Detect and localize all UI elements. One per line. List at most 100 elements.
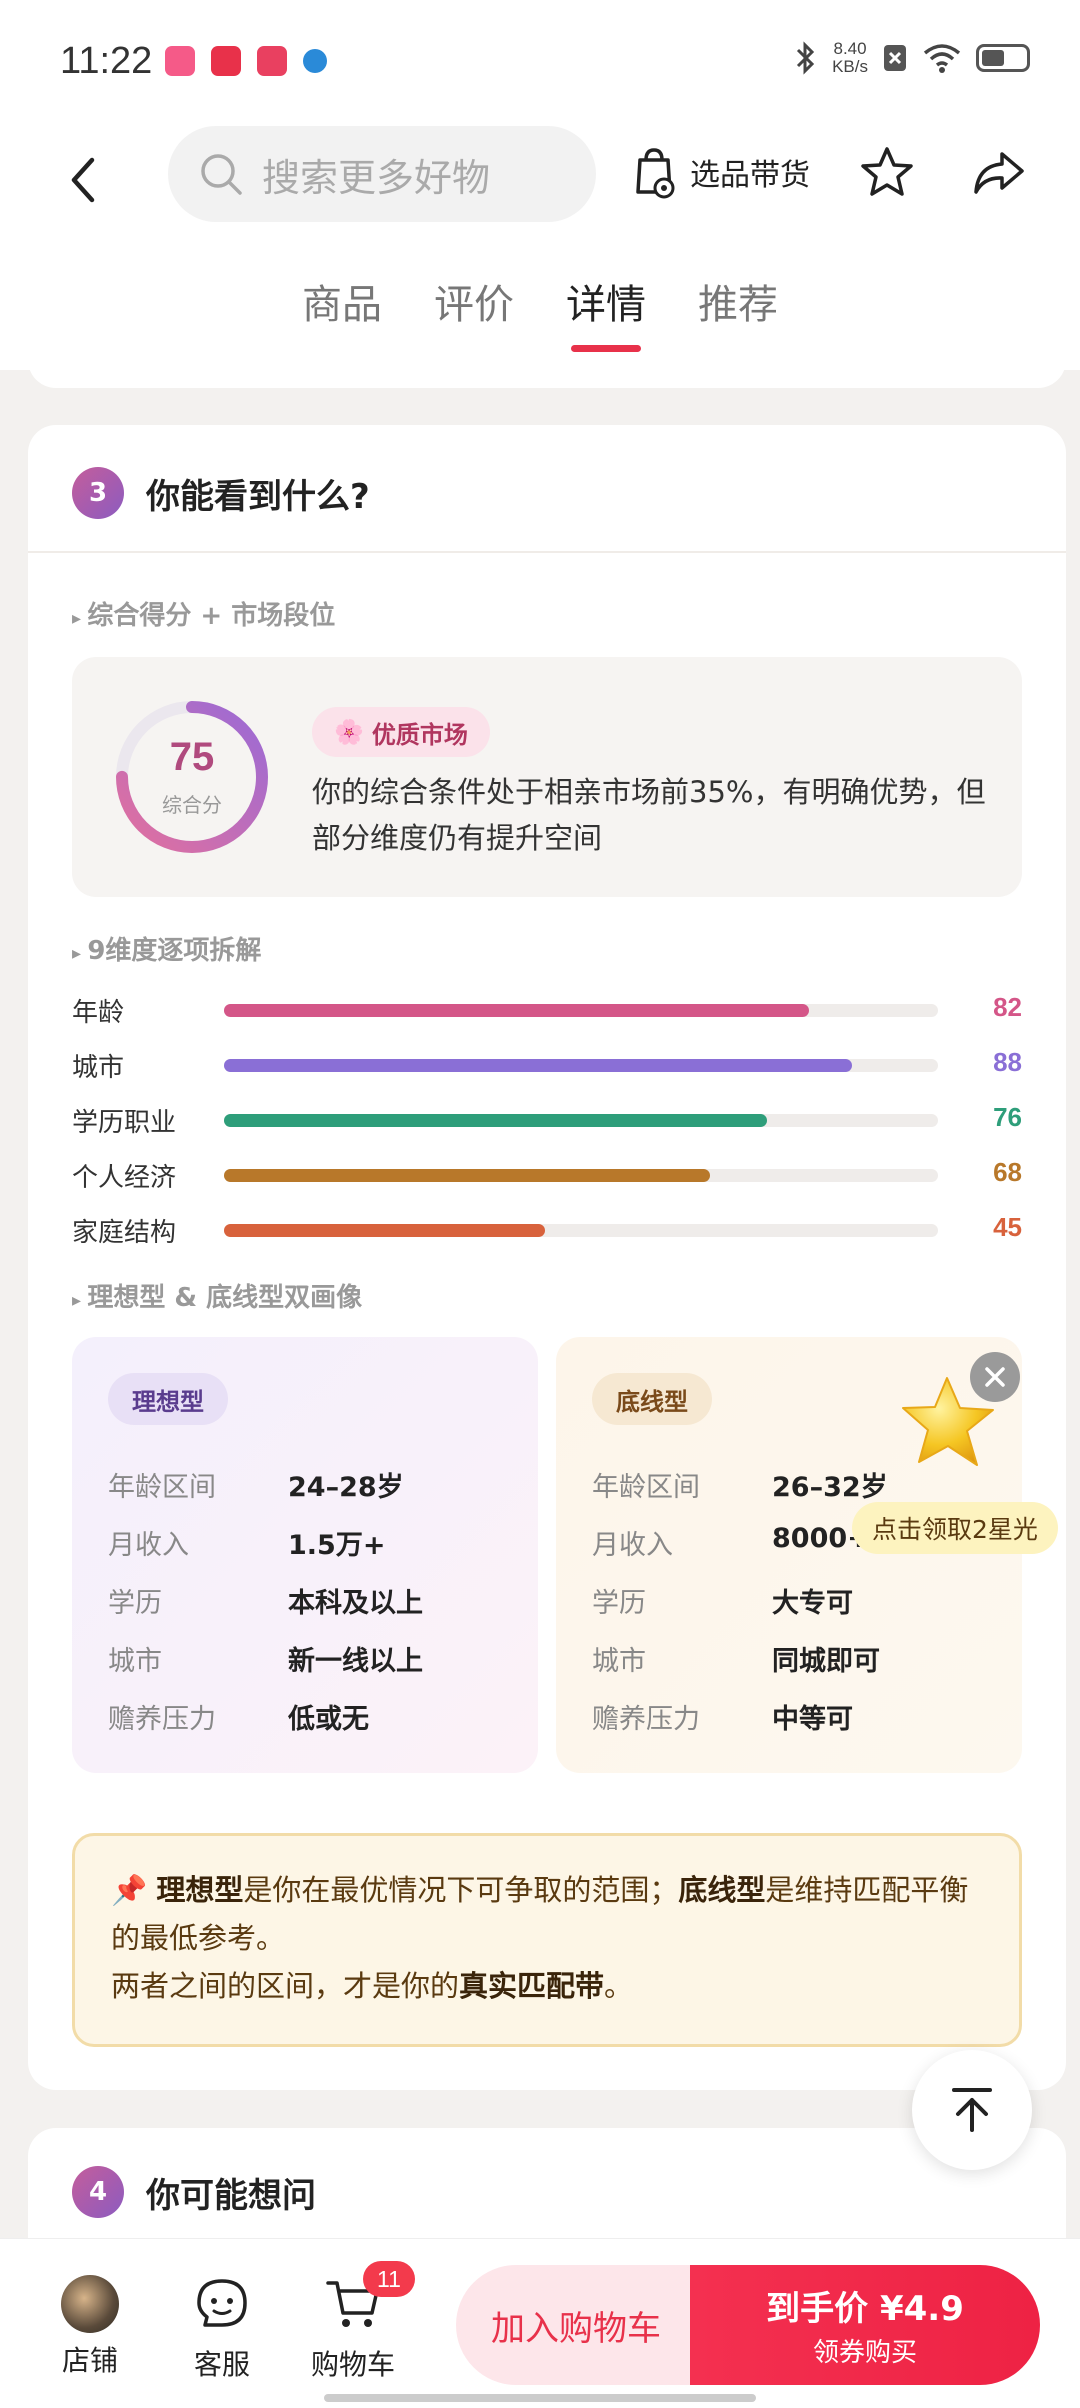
pick-goods-label: 选品带货 — [690, 158, 810, 193]
profile-note: 📌 理想型是你在最优情况下可争取的范围；底线型是维持匹配平衡的最低参考。 两者之… — [72, 1833, 1022, 2047]
bag-gear-icon — [636, 148, 675, 199]
score-summary: 75 综合分 🌸 优质市场 你的综合条件处于相亲市场前35%，有明确优势，但部分… — [72, 657, 1022, 897]
cart-count-badge: 11 — [363, 2261, 415, 2297]
note-base-word: 底线型 — [678, 1873, 766, 1907]
profile-value: 大专可 — [772, 1588, 853, 1619]
service-label: 客服 — [193, 2348, 250, 2381]
dimension-track — [224, 1004, 938, 1017]
subsection-label-profiles: 理想型 & 底线型双画像 — [72, 1277, 362, 1314]
tab-recommend[interactable]: 推荐 — [698, 272, 778, 352]
previous-card-edge — [28, 360, 1066, 388]
dimension-value: 88 — [993, 1047, 1022, 1077]
note-text: 。 — [604, 1969, 634, 2003]
dimension-row: 城市 88 — [72, 1045, 1022, 1100]
status-time: 11:22 — [60, 40, 153, 82]
notification-icons — [165, 46, 327, 76]
status-right: 8.40 KB/s — [794, 40, 1030, 76]
chat-service-icon — [197, 2279, 247, 2327]
chevron-left-icon — [71, 157, 95, 203]
dimension-fill — [224, 1059, 853, 1072]
profile-value: 1.5万+ — [288, 1530, 386, 1561]
back-button[interactable] — [60, 150, 110, 210]
section-header: 4 你可能想问 — [72, 2166, 316, 2218]
search-input[interactable]: 搜索更多好物 — [168, 126, 596, 222]
home-indicator — [324, 2394, 756, 2402]
bottom-action-bar: 店铺 客服 11 购物车 加入购物车 到手价 ¥4.9 领券购买 — [0, 2238, 1080, 2408]
app-notification-icon — [303, 49, 327, 73]
battery-icon — [976, 44, 1030, 72]
app-notification-icon — [165, 46, 195, 76]
section-number-badge: 4 — [72, 2166, 124, 2218]
dimension-track — [224, 1224, 938, 1237]
profile-row: 学历 本科及以上 — [108, 1581, 508, 1621]
bluetooth-icon — [797, 41, 815, 75]
app-notification-icon — [211, 46, 241, 76]
customer-service-button[interactable]: 客服 — [172, 2275, 272, 2383]
star-icon — [861, 147, 913, 196]
baseline-tag: 底线型 — [592, 1373, 712, 1425]
profile-key: 年龄区间 — [592, 1472, 700, 1503]
claim-star-bubble[interactable]: 点击领取2星光 — [852, 1502, 1058, 1554]
dimension-track — [224, 1169, 938, 1182]
profile-row: 城市 新一线以上 — [108, 1639, 508, 1679]
profile-key: 学历 — [592, 1588, 646, 1619]
add-to-cart-button[interactable]: 加入购物车 — [456, 2265, 696, 2385]
wifi-icon — [923, 44, 961, 73]
score-caption: 综合分 — [162, 793, 222, 817]
arrow-up-to-top-icon — [952, 2088, 992, 2132]
pick-goods-button[interactable]: 选品带货 — [632, 144, 810, 200]
note-text: 是你在最优情况下可争取的范围； — [243, 1873, 679, 1907]
profile-row: 赡养压力 低或无 — [108, 1697, 508, 1737]
dimension-track — [224, 1114, 938, 1127]
tab-goods[interactable]: 商品 — [302, 272, 382, 352]
profile-key: 月收入 — [108, 1530, 189, 1561]
subsection-label-score: 综合得分 + 市场段位 — [72, 595, 335, 632]
gold-star-icon — [902, 1377, 994, 1466]
dimension-label: 年龄 — [72, 998, 125, 1028]
dimension-row: 家庭结构 45 — [72, 1210, 1022, 1265]
profile-key: 年龄区间 — [108, 1472, 216, 1503]
reward-star[interactable] — [895, 1370, 1005, 1484]
dimension-track — [224, 1059, 938, 1072]
shop-avatar — [61, 2275, 119, 2333]
dimension-row: 年龄 82 — [72, 990, 1022, 1045]
search-placeholder: 搜索更多好物 — [262, 155, 491, 200]
note-ideal-word: 理想型 — [156, 1873, 244, 1907]
score-ring: 75 综合分 — [112, 697, 272, 857]
profile-value: 新一线以上 — [288, 1646, 423, 1677]
market-badge-label: 优质市场 — [371, 720, 468, 749]
tab-details[interactable]: 详情 — [566, 272, 646, 352]
profile-row: 月收入 1.5万+ — [108, 1523, 508, 1563]
search-icon — [201, 154, 242, 195]
dimension-fill — [224, 1114, 767, 1127]
detail-tabs: 商品 评价 详情 推荐 — [0, 272, 1080, 352]
dimension-value: 68 — [993, 1157, 1022, 1187]
buy-coupon-label: 领券购买 — [812, 2338, 917, 2368]
section-title: 你能看到什么? — [146, 476, 370, 517]
dimension-fill — [224, 1004, 810, 1017]
profile-row: 城市 同城即可 — [592, 1639, 992, 1679]
cart-button[interactable]: 11 购物车 — [303, 2261, 415, 2383]
divider — [28, 551, 1066, 553]
dimension-value: 82 — [993, 992, 1022, 1022]
score-value: 75 — [169, 735, 215, 779]
market-badge: 🌸 优质市场 — [312, 707, 490, 757]
no-sim-icon — [884, 45, 906, 71]
back-to-top-button[interactable] — [912, 2050, 1032, 2170]
share-button[interactable] — [970, 144, 1028, 206]
buy-now-button[interactable]: 到手价 ¥4.9 领券购买 — [690, 2265, 1040, 2385]
profile-value: 中等可 — [772, 1704, 853, 1735]
favorite-button[interactable] — [858, 144, 916, 206]
dimension-fill — [224, 1224, 546, 1237]
dimension-row: 学历职业 76 — [72, 1100, 1022, 1155]
buy-price-label: 到手价 ¥4.9 — [766, 2289, 964, 2329]
section-card-what-you-see: 3 你能看到什么? 综合得分 + 市场段位 75 综合分 🌸 优质市场 — [28, 425, 1066, 2090]
profile-key: 月收入 — [592, 1530, 673, 1561]
score-description: 你的综合条件处于相亲市场前35%，有明确优势，但部分维度仍有提升空间 — [312, 775, 986, 855]
tab-reviews[interactable]: 评价 — [434, 272, 514, 352]
dimension-label: 家庭结构 — [72, 1218, 177, 1248]
profile-value: 低或无 — [288, 1704, 369, 1735]
shop-button[interactable]: 店铺 — [40, 2275, 140, 2379]
profile-row: 年龄区间 24–28岁 — [108, 1465, 508, 1505]
header: 搜索更多好物 选品带货 商品 评价 详情 推荐 — [0, 120, 1080, 370]
